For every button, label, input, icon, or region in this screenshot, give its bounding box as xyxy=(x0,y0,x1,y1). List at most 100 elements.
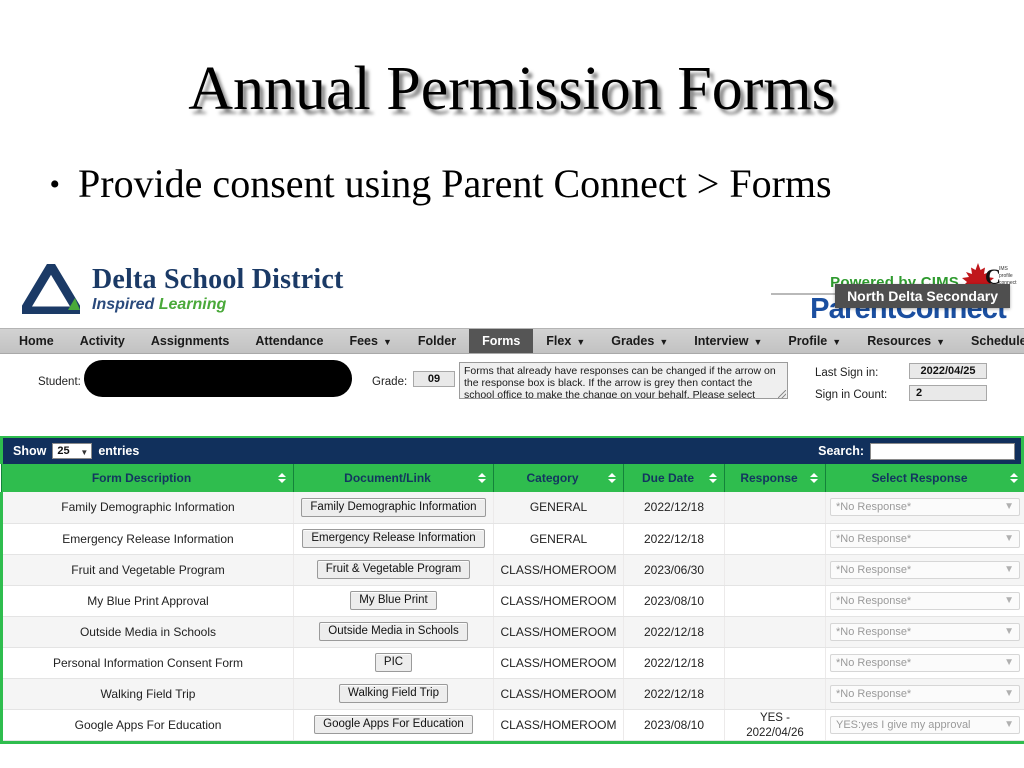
document-link-button[interactable]: PIC xyxy=(374,653,413,672)
cell-due-date: 2022/12/18 xyxy=(623,647,725,679)
chevron-down-icon: ▼ xyxy=(382,336,392,347)
signin-count-label: Sign in Count: xyxy=(815,389,888,401)
sort-arrows-icon[interactable] xyxy=(810,473,818,483)
sort-arrows-icon[interactable] xyxy=(478,473,486,483)
cell-category: GENERAL xyxy=(493,492,624,524)
student-name-redacted xyxy=(84,360,352,397)
cell-due-date: 2023/08/10 xyxy=(623,709,725,741)
table-row: Emergency Release Information Emergency R… xyxy=(0,523,1024,555)
select-response-dropdown[interactable]: *No Response* ▼ xyxy=(830,529,1020,548)
select-response-value: *No Response* xyxy=(836,594,912,607)
cell-select-response: *No Response* ▼ xyxy=(825,585,1024,617)
search-input[interactable] xyxy=(870,442,1015,460)
select-response-dropdown[interactable]: *No Response* ▼ xyxy=(830,684,1020,703)
sort-arrows-icon[interactable] xyxy=(1010,473,1018,483)
entries-per-page-select[interactable]: 25 ▼ xyxy=(52,443,93,459)
table-header-row: Form Description Document/Link Category Due… xyxy=(1,464,1024,492)
chevron-down-icon: ▼ xyxy=(1004,594,1014,606)
cell-form-description: Personal Information Consent Form xyxy=(0,647,294,679)
chevron-down-icon: ▼ xyxy=(1004,718,1014,730)
instructions-text: Forms that already have responses can be… xyxy=(464,365,776,399)
instructions-textarea[interactable]: Forms that already have responses can be… xyxy=(459,362,788,399)
column-header-response[interactable]: Response xyxy=(724,464,826,492)
cell-response xyxy=(724,678,826,710)
document-link-button[interactable]: Family Demographic Information xyxy=(301,497,486,517)
column-header-label: Due Date xyxy=(641,471,694,485)
nav-item-flex[interactable]: Flex ▼ xyxy=(533,329,598,353)
forms-table: Form Description Document/Link Category Due… xyxy=(0,464,1024,741)
nav-item-activity[interactable]: Activity xyxy=(67,329,138,353)
select-response-dropdown[interactable]: *No Response* ▼ xyxy=(830,560,1020,579)
document-link-button[interactable]: Outside Media in Schools xyxy=(319,622,468,641)
document-link-button[interactable]: Walking Field Trip xyxy=(339,684,448,703)
select-response-dropdown[interactable]: *No Response* ▼ xyxy=(830,498,1020,517)
document-link-button[interactable]: Google Apps For Education xyxy=(314,715,473,734)
cell-form-description: Family Demographic Information xyxy=(0,492,294,524)
nav-item-folder[interactable]: Folder xyxy=(405,329,469,353)
cell-response: YES -2022/04/26 xyxy=(724,709,826,741)
nav-item-schedule[interactable]: Schedule xyxy=(958,329,1024,353)
table-body: Family Demographic Information Family Dem… xyxy=(0,492,1024,741)
cell-document-link: Walking Field Trip xyxy=(293,678,494,710)
select-response-dropdown[interactable]: *No Response* ▼ xyxy=(830,591,1020,610)
chevron-down-icon: ▼ xyxy=(1004,687,1014,699)
column-header-document-link[interactable]: Document/Link xyxy=(293,464,494,492)
cell-category: CLASS/HOMEROOM xyxy=(493,616,624,648)
table-row: Walking Field Trip Walking Field Trip CLAS… xyxy=(0,678,1024,710)
column-header-form-description[interactable]: Form Description xyxy=(1,464,294,492)
district-tagline: Inspired Learning xyxy=(92,296,343,313)
select-response-value: *No Response* xyxy=(836,532,912,545)
nav-item-interview[interactable]: Interview ▼ xyxy=(681,329,775,353)
nav-item-grades[interactable]: Grades ▼ xyxy=(598,329,681,353)
cell-select-response: *No Response* ▼ xyxy=(825,616,1024,648)
cell-form-description: Emergency Release Information xyxy=(0,523,294,555)
table-row: Fruit and Vegetable Program Fruit & Veget… xyxy=(0,554,1024,586)
nav-item-attendance[interactable]: Attendance xyxy=(242,329,336,353)
sort-arrows-icon[interactable] xyxy=(608,473,616,483)
sort-arrows-icon[interactable] xyxy=(709,473,717,483)
nav-item-label: Flex xyxy=(546,334,572,348)
parentconnect-branding: Powered by CIMS ParentConnect C IMS profi… xyxy=(749,260,1017,326)
brand-header: Delta School District Inspired Learning … xyxy=(0,258,1024,328)
last-signin-label: Last Sign in: xyxy=(815,367,879,379)
parentconnect-app: Delta School District Inspired Learning … xyxy=(0,258,1024,768)
cell-form-description: Walking Field Trip xyxy=(0,678,294,710)
column-header-due-date[interactable]: Due Date xyxy=(623,464,725,492)
chevron-down-icon: ▼ xyxy=(1004,625,1014,637)
grade-value: 09 xyxy=(413,371,455,387)
select-response-dropdown[interactable]: *No Response* ▼ xyxy=(830,653,1020,672)
chevron-down-icon: ▼ xyxy=(576,336,586,347)
bullet-label: Provide consent using Parent Connect > F… xyxy=(78,161,832,206)
document-link-button[interactable]: Emergency Release Information xyxy=(302,529,485,548)
cell-form-description: Fruit and Vegetable Program xyxy=(0,554,294,586)
resize-grip-icon[interactable] xyxy=(778,390,786,398)
nav-item-label: Attendance xyxy=(255,334,324,348)
search-label: Search: xyxy=(818,444,864,458)
chevron-down-icon: ▼ xyxy=(659,336,669,347)
nav-item-forms[interactable]: Forms xyxy=(469,329,534,353)
select-response-dropdown[interactable]: *No Response* ▼ xyxy=(830,622,1020,641)
entries-value: 25 xyxy=(57,445,70,457)
table-bottom-border xyxy=(0,740,1024,744)
cell-document-link: Fruit & Vegetable Program xyxy=(293,554,494,586)
nav-item-label: Interview xyxy=(694,334,749,348)
cell-category: CLASS/HOMEROOM xyxy=(493,678,624,710)
document-link-button[interactable]: Fruit & Vegetable Program xyxy=(316,560,471,579)
document-link-button[interactable]: My Blue Print xyxy=(350,591,437,610)
nav-item-resources[interactable]: Resources ▼ xyxy=(854,329,958,353)
nav-item-fees[interactable]: Fees ▼ xyxy=(336,329,404,353)
table-row: Google Apps For Education Google Apps For… xyxy=(0,709,1024,741)
nav-item-home[interactable]: Home xyxy=(6,329,67,353)
cell-document-link: Outside Media in Schools xyxy=(293,616,494,648)
select-response-dropdown[interactable]: YES:yes I give my approval ▼ xyxy=(830,715,1020,734)
cell-category: CLASS/HOMEROOM xyxy=(493,647,624,679)
cell-due-date: 2023/06/30 xyxy=(623,554,725,586)
nav-item-assignments[interactable]: Assignments xyxy=(138,329,243,353)
nav-item-profile[interactable]: Profile ▼ xyxy=(775,329,854,353)
sort-arrows-icon[interactable] xyxy=(278,473,286,483)
cell-response xyxy=(724,647,826,679)
column-header-select-response[interactable]: Select Response xyxy=(825,464,1024,492)
nav-item-label: Schedule xyxy=(971,334,1024,348)
cell-document-link: Emergency Release Information xyxy=(293,523,494,555)
column-header-category[interactable]: Category xyxy=(493,464,624,492)
